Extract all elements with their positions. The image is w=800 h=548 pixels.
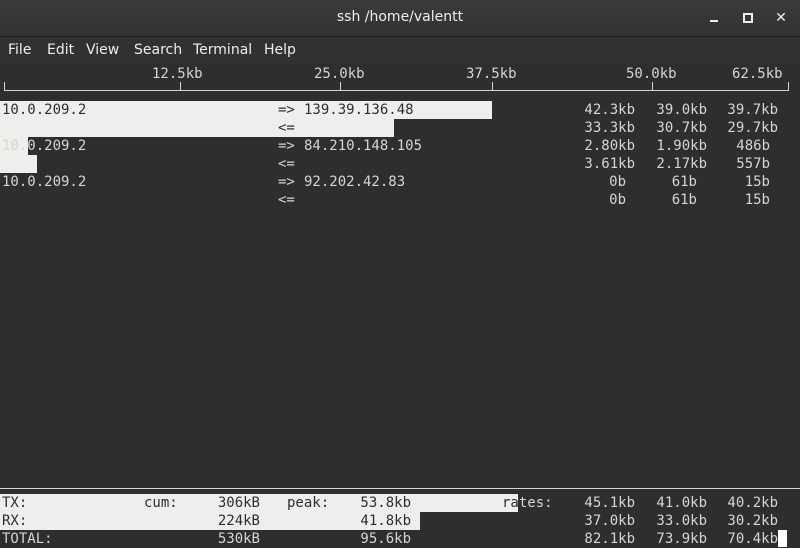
rate-10s: 61b xyxy=(671,192,697,208)
total-rate-10s: 73.9kb xyxy=(656,531,707,547)
close-icon: ✕ xyxy=(775,10,787,26)
scale-label: 50.0kb xyxy=(626,66,677,82)
window-titlebar[interactable]: ssh /home/valentt ✕ xyxy=(0,0,800,36)
direction-arrow: <= xyxy=(278,192,295,208)
terminal[interactable]: 12.5kb 25.0kb 37.5kb 50.0kb 62.5kb 10.0.… xyxy=(0,64,800,548)
rate-2s: 3.61kb xyxy=(584,156,635,172)
rate-2s: 42.3kb xyxy=(584,102,635,118)
rate-bar xyxy=(0,155,37,173)
window-title: ssh /home/valentt xyxy=(336,9,464,25)
rate-2s: 0b xyxy=(609,192,626,208)
rate-2s: 33.3kb xyxy=(584,120,635,136)
direction-arrow: => xyxy=(278,174,295,190)
menu-view[interactable]: View xyxy=(86,42,119,58)
direction-arrow: => xyxy=(278,102,295,118)
rate-bar xyxy=(0,119,394,137)
rx-rate-10s: 33.0kb xyxy=(656,513,707,529)
rates-label: rates: xyxy=(502,495,553,511)
scale-label: 12.5kb xyxy=(152,66,203,82)
tx-rate-40s: 40.2kb xyxy=(727,495,778,511)
rate-40s: 15b xyxy=(744,192,770,208)
terminal-cursor xyxy=(778,530,787,547)
rate-2s: 2.80kb xyxy=(584,138,635,154)
local-host: 10.0.209.2 xyxy=(2,174,87,190)
tx-rate-10s: 41.0kb xyxy=(656,495,707,511)
rate-10s: 61b xyxy=(671,174,697,190)
menu-edit[interactable]: Edit xyxy=(47,42,74,58)
menu-help[interactable]: Help xyxy=(264,42,296,58)
rate-40s: 486b xyxy=(736,138,770,154)
direction-arrow: <= xyxy=(278,120,295,136)
scale-label: 37.5kb xyxy=(466,66,517,82)
rate-2s: 0b xyxy=(609,174,626,190)
rate-10s: 2.17kb xyxy=(656,156,707,172)
menubar: File Edit View Search Terminal Help xyxy=(0,36,800,65)
tx-label: TX: xyxy=(2,495,28,511)
maximize-button[interactable] xyxy=(737,8,759,28)
rate-40s: 557b xyxy=(736,156,770,172)
rate-40s: 15b xyxy=(744,174,770,190)
total-rate-40s: 70.4kb xyxy=(727,531,778,547)
tx-rate-2s: 45.1kb xyxy=(584,495,635,511)
rate-40s: 39.7kb xyxy=(727,102,778,118)
direction-arrow: <= xyxy=(278,156,295,172)
direction-arrow: => xyxy=(278,138,295,154)
total-peak: 95.6kb xyxy=(360,531,411,547)
remote-host: 84.210.148.105 xyxy=(304,138,423,154)
rx-cum: 224kB xyxy=(217,513,260,529)
peak-label: peak: xyxy=(287,495,330,511)
tx-peak: 53.8kb xyxy=(360,495,411,511)
rx-rate-40s: 30.2kb xyxy=(727,513,778,529)
close-button[interactable]: ✕ xyxy=(770,8,792,28)
rate-10s: 30.7kb xyxy=(656,120,707,136)
menu-terminal[interactable]: Terminal xyxy=(193,42,252,58)
scale-label: 62.5kb xyxy=(732,66,783,82)
menu-file[interactable]: File xyxy=(8,42,31,58)
scale-label: 25.0kb xyxy=(314,66,365,82)
rate-40s: 29.7kb xyxy=(727,120,778,136)
local-host: 10.0.209.2 xyxy=(2,102,87,118)
maximize-icon xyxy=(743,13,753,23)
remote-host: 139.39.136.48 xyxy=(304,102,414,118)
minimize-button[interactable] xyxy=(703,8,725,28)
total-label: TOTAL: xyxy=(2,531,53,547)
rate-10s: 39.0kb xyxy=(656,102,707,118)
totals-separator xyxy=(0,488,800,489)
remote-host: 92.202.42.83 xyxy=(304,174,406,190)
rate-10s: 1.90kb xyxy=(656,138,707,154)
cum-label: cum: xyxy=(144,495,178,511)
local-host: 10.0.209.2 xyxy=(2,138,87,154)
total-cum: 530kB xyxy=(217,531,260,547)
total-rate-2s: 82.1kb xyxy=(584,531,635,547)
rx-rate-2s: 37.0kb xyxy=(584,513,635,529)
tx-cum: 306kB xyxy=(217,495,260,511)
rx-label: RX: xyxy=(2,513,28,529)
minimize-icon xyxy=(710,20,718,22)
rx-bar xyxy=(0,512,420,530)
rx-peak: 41.8kb xyxy=(360,513,411,529)
menu-search[interactable]: Search xyxy=(134,42,182,58)
